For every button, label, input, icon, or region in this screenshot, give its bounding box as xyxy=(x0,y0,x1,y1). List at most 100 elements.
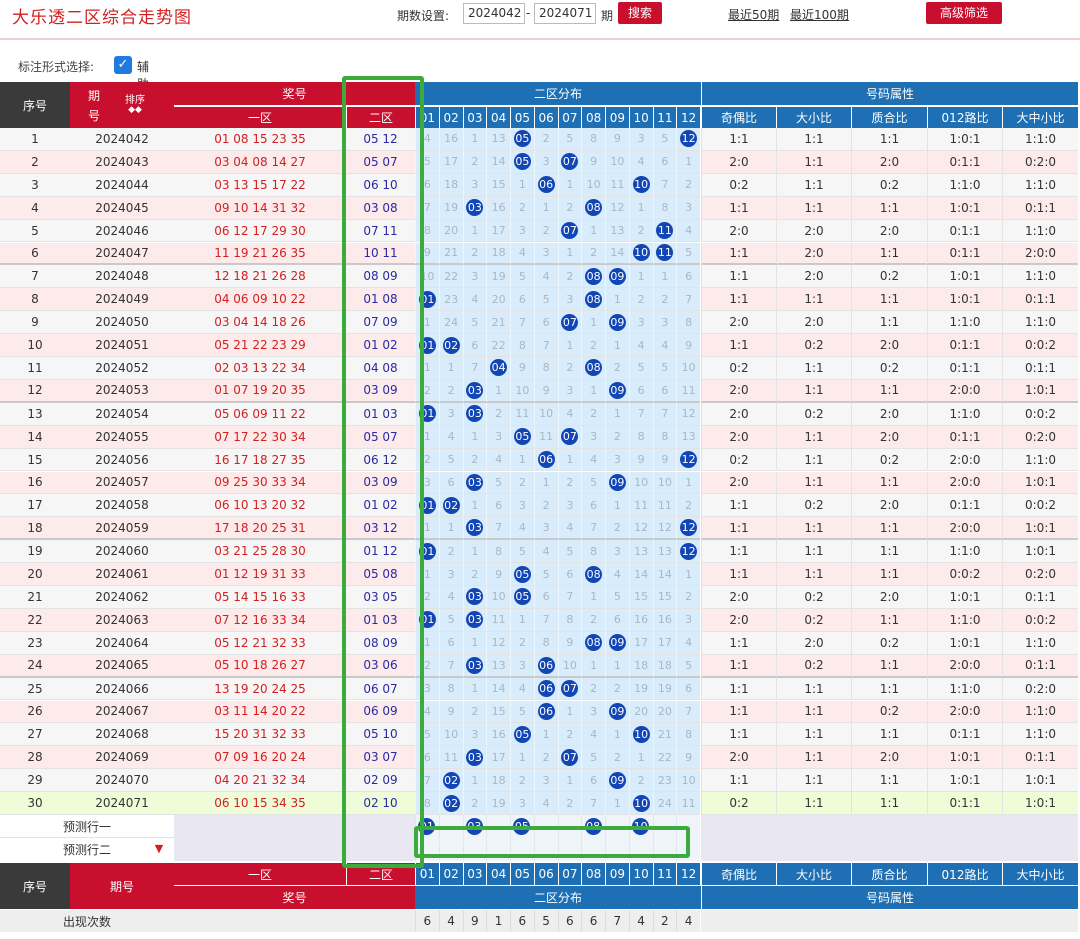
recent-50-link[interactable]: 最近50期 xyxy=(728,6,779,23)
dist-cell: 3 xyxy=(581,425,605,449)
dist-cell: 2 xyxy=(557,196,582,220)
dist-cell: 1 xyxy=(438,517,463,541)
drawn-ball: 06 xyxy=(537,656,555,674)
dist-cell: 6 xyxy=(510,288,534,312)
row-zone1: 06 10 15 34 35 xyxy=(174,792,346,815)
dist-cell: 16 xyxy=(486,723,510,747)
dist-cell: 12 xyxy=(628,517,653,541)
dist-cell: 20 xyxy=(438,219,463,243)
drawn-ball: 02 xyxy=(442,496,460,514)
drawn-ball: 08 xyxy=(585,267,603,285)
attr-cell: 1:1 xyxy=(701,631,776,655)
recent-100-link[interactable]: 最近100期 xyxy=(790,6,849,23)
row-seq: 9 xyxy=(0,311,70,335)
drawn-ball: 03 xyxy=(466,381,484,399)
advanced-filter-button[interactable]: 高级筛选 xyxy=(926,2,1002,24)
dist-cell: 2 xyxy=(438,379,463,403)
drawn-ball: 09 xyxy=(608,702,626,720)
dist-cell: 1 xyxy=(605,792,629,815)
drawn-ball: 08 xyxy=(585,565,603,583)
dist-cell: 1 xyxy=(676,150,700,174)
dist-cell: 2 xyxy=(438,540,463,564)
attr-cell: 0:1:1 xyxy=(927,150,1002,174)
dist-cell: 16 xyxy=(486,196,510,220)
search-button[interactable]: 搜索 xyxy=(618,2,662,24)
row-period: 2024070 xyxy=(70,769,174,793)
row-seq: 17 xyxy=(0,494,70,518)
dist-cell: 1 xyxy=(581,219,605,243)
row-period: 2024068 xyxy=(70,723,174,747)
attr-cell: 1:1 xyxy=(851,242,927,266)
attr-cell: 1:1 xyxy=(851,563,927,586)
zone2-highlight-box xyxy=(342,76,424,868)
dist-cell: 18 xyxy=(652,654,677,678)
attr-cell: 2:0 xyxy=(701,402,776,426)
row-zone1: 11 19 21 26 35 xyxy=(174,242,346,266)
attr-cell: 1:1:0 xyxy=(927,311,1002,335)
aux-line-checkbox[interactable]: ✓ xyxy=(114,56,132,74)
end-period-input[interactable]: 2024071 xyxy=(534,3,596,24)
dist-cell: 1 xyxy=(557,334,582,357)
dist-cell: 9 xyxy=(438,700,463,724)
attr-cell: 1:1 xyxy=(851,769,927,793)
dist-cell: 6 xyxy=(462,334,487,357)
dist-cell: 20 xyxy=(628,700,653,724)
dist-cell: 2 xyxy=(628,288,653,312)
dist-cell: 9 xyxy=(581,150,605,174)
dist-cell: 3 xyxy=(462,265,487,289)
dist-cell: 3 xyxy=(533,769,558,793)
footer-attr-header: 号码属性 xyxy=(701,886,1078,909)
dist-cell: 3 xyxy=(510,654,534,678)
attr-cell: 1:0:1 xyxy=(1002,379,1078,403)
dist-cell: 1 xyxy=(581,586,605,609)
dist-cell: 09 xyxy=(605,471,629,495)
dist-cell: 06 xyxy=(533,448,558,472)
dist-cell: 3 xyxy=(557,379,582,403)
dist-cell: 11 xyxy=(676,792,700,815)
dist-cell: 7 xyxy=(486,517,510,541)
dist-cell: 1 xyxy=(605,334,629,357)
dist-cell: 3 xyxy=(438,402,463,426)
dist-cell: 4 xyxy=(462,288,487,312)
drawn-ball: 10 xyxy=(632,244,650,262)
start-period-input[interactable]: 2024042 xyxy=(463,3,525,24)
drawn-ball: 09 xyxy=(608,634,626,652)
dist-cell: 6 xyxy=(581,494,605,518)
drawn-ball: 08 xyxy=(585,290,603,308)
dist-cell: 06 xyxy=(533,173,558,197)
dist-cell: 11 xyxy=(676,379,700,403)
attr-cell: 1:0:1 xyxy=(927,265,1002,289)
dist-cell: 12 xyxy=(676,402,700,426)
dist-cell: 4 xyxy=(510,242,534,266)
attr-cell: 0:0:2 xyxy=(1002,494,1078,518)
attr-cell: 2:0 xyxy=(851,334,927,357)
attr-cell: 1:1 xyxy=(776,288,851,312)
row-period: 2024042 xyxy=(70,128,174,151)
dist-cell: 7 xyxy=(652,402,677,426)
dist-cell: 3 xyxy=(462,173,487,197)
attr-cell: 2:0 xyxy=(776,311,851,335)
attr-cell: 2:0:0 xyxy=(927,471,1002,495)
dist-cell: 07 xyxy=(557,219,582,243)
dist-cell: 08 xyxy=(581,265,605,289)
dist-cell: 5 xyxy=(486,471,510,495)
row-seq: 13 xyxy=(0,402,70,426)
dist-cell: 1 xyxy=(438,357,463,380)
drawn-ball: 09 xyxy=(608,473,626,491)
sort-arrows-icon[interactable]: ◆◆ xyxy=(118,104,152,116)
attr-cell: 2:0 xyxy=(851,494,927,518)
dist-cell: 2 xyxy=(510,471,534,495)
dist-cell: 16 xyxy=(438,128,463,151)
attr-col-header: 012路比 xyxy=(927,106,1002,128)
dist-cell: 19 xyxy=(486,265,510,289)
footer-attr-col-header: 奇偶比 xyxy=(701,863,776,885)
dist-cell: 21 xyxy=(438,242,463,266)
row-period: 2024046 xyxy=(70,219,174,243)
dist-cell: 7 xyxy=(581,792,605,815)
attr-cell: 1:1 xyxy=(701,769,776,793)
attr-cell: 1:1 xyxy=(701,265,776,289)
dist-cell: 5 xyxy=(510,700,534,724)
drawn-ball: 05 xyxy=(513,130,531,148)
attr-cell: 2:0:0 xyxy=(927,379,1002,403)
dist-cell: 13 xyxy=(652,540,677,564)
